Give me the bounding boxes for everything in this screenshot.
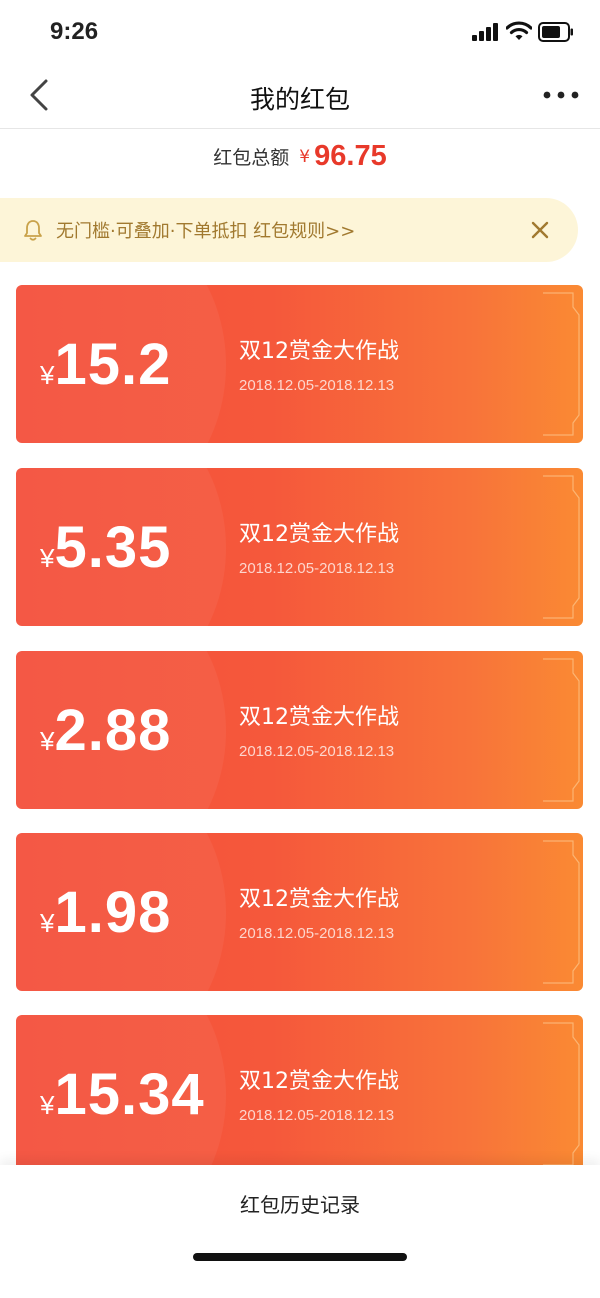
card-amount-value: 2.88 xyxy=(54,698,172,763)
card-validity-period: 2018.12.05-2018.12.13 xyxy=(239,560,395,577)
battery-icon xyxy=(538,22,573,42)
red-packet-card[interactable]: ¥15.34 双12赏金大作战 2018.12.05-2018.12.13 xyxy=(16,1015,583,1173)
history-link[interactable]: 红包历史记录 xyxy=(0,1189,600,1218)
card-validity-period: 2018.12.05-2018.12.13 xyxy=(239,1107,395,1124)
card-currency: ¥ xyxy=(40,908,55,938)
notice-text[interactable]: 无门槛·可叠加·下单抵扣 红包规则>> xyxy=(56,217,355,243)
bottom-bar: 红包历史记录 xyxy=(0,1165,600,1298)
card-currency: ¥ xyxy=(40,726,55,756)
page-title: 我的红包 xyxy=(249,85,350,114)
notice-banner: 无门槛·可叠加·下单抵扣 红包规则>> xyxy=(0,198,578,262)
home-indicator[interactable] xyxy=(193,1253,407,1261)
total-amount-row: 红包总额 ¥96.75 xyxy=(0,140,600,190)
card-amount: ¥15.2 xyxy=(40,331,171,398)
red-packet-card[interactable]: ¥1.98 双12赏金大作战 2018.12.05-2018.12.13 xyxy=(16,833,583,991)
more-button[interactable] xyxy=(536,76,586,114)
card-campaign-name: 双12赏金大作战 xyxy=(239,522,399,547)
card-amount-value: 1.98 xyxy=(54,880,172,945)
nav-bar: 我的红包 xyxy=(0,62,600,129)
card-amount-value: 5.35 xyxy=(54,515,172,580)
bell-icon xyxy=(24,220,42,241)
card-corner-decoration xyxy=(543,840,580,984)
card-currency: ¥ xyxy=(40,1090,55,1120)
status-time: 9:26 xyxy=(50,18,99,45)
card-amount-value: 15.2 xyxy=(54,332,172,397)
card-amount: ¥2.88 xyxy=(40,697,171,764)
card-campaign-name: 双12赏金大作战 xyxy=(239,339,399,364)
wifi-icon xyxy=(506,21,532,40)
red-packet-card[interactable]: ¥5.35 双12赏金大作战 2018.12.05-2018.12.13 xyxy=(16,468,583,626)
card-corner-decoration xyxy=(543,475,580,619)
card-currency: ¥ xyxy=(40,360,55,390)
card-corner-decoration xyxy=(543,1022,580,1166)
close-icon[interactable] xyxy=(526,216,554,244)
card-amount: ¥5.35 xyxy=(40,514,171,581)
total-label: 红包总额 xyxy=(213,147,290,169)
card-campaign-name: 双12赏金大作战 xyxy=(239,887,399,912)
card-amount-value: 15.34 xyxy=(54,1062,205,1127)
card-amount: ¥15.34 xyxy=(40,1061,205,1128)
card-corner-decoration xyxy=(543,292,580,436)
red-packet-card[interactable]: ¥15.2 双12赏金大作战 2018.12.05-2018.12.13 xyxy=(16,285,583,443)
signal-icon xyxy=(472,23,498,41)
card-corner-decoration xyxy=(543,658,580,802)
red-packet-card[interactable]: ¥2.88 双12赏金大作战 2018.12.05-2018.12.13 xyxy=(16,651,583,809)
card-amount: ¥1.98 xyxy=(40,879,171,946)
card-campaign-name: 双12赏金大作战 xyxy=(239,1069,399,1094)
card-currency: ¥ xyxy=(40,543,55,573)
card-validity-period: 2018.12.05-2018.12.13 xyxy=(239,377,395,394)
status-bar: 9:26 xyxy=(0,0,600,62)
card-validity-period: 2018.12.05-2018.12.13 xyxy=(239,925,395,942)
card-campaign-name: 双12赏金大作战 xyxy=(239,705,399,730)
total-amount: 96.75 xyxy=(314,140,387,172)
card-validity-period: 2018.12.05-2018.12.13 xyxy=(239,743,395,760)
total-currency: ¥ xyxy=(299,146,311,167)
